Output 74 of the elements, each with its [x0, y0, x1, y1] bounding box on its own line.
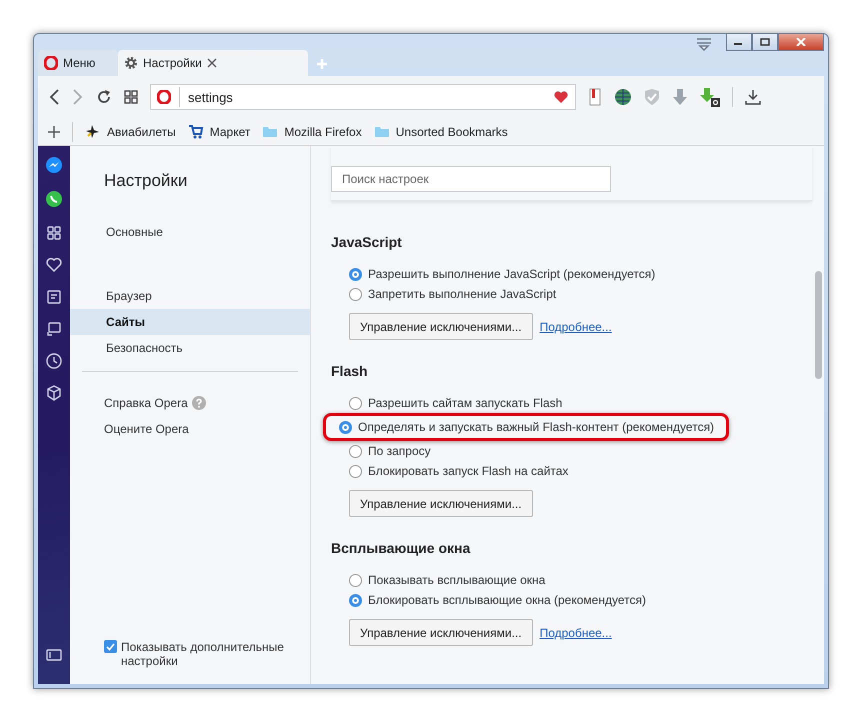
plus-icon[interactable]: [48, 126, 60, 138]
option-label: Блокировать всплывающие окна (рекомендуется): [368, 593, 646, 607]
bookmark[interactable]: Unsorted Bookmarks: [374, 124, 508, 139]
option-label: Запретить выполнение JavaScript: [368, 287, 556, 301]
section-title: JavaScript: [331, 234, 403, 250]
opera-logo-icon: [44, 56, 58, 70]
option-label: Блокировать запуск Flash на сайтах: [368, 464, 568, 478]
radio-button[interactable]: [349, 288, 362, 300]
close-icon: [796, 38, 806, 46]
reload-icon[interactable]: [96, 89, 112, 105]
sidebar-toggle-icon[interactable]: [45, 648, 63, 662]
plane-icon: [85, 124, 101, 139]
close-button[interactable]: [778, 33, 824, 51]
option-label: Определять и запускать важный Flash-контент (рекомендуется): [358, 420, 714, 434]
nav-item[interactable]: Безопасность: [70, 335, 310, 361]
cube-icon[interactable]: [45, 384, 63, 402]
bookmark[interactable]: Авиабилеты: [85, 124, 176, 139]
messenger-icon[interactable]: [45, 156, 63, 174]
nav-item[interactable]: Основные: [70, 219, 310, 245]
maximize-icon: [760, 38, 770, 46]
option-label: По запросу: [368, 444, 431, 458]
search-field[interactable]: Поиск настроек: [331, 166, 611, 192]
radio-button[interactable]: [349, 464, 362, 478]
download-icon[interactable]: [745, 89, 761, 105]
radio-button[interactable]: [349, 594, 362, 606]
exceptions-button[interactable]: Управление исключениями...: [349, 490, 533, 517]
checkbox-label: Показывать дополнительные настройки: [121, 640, 285, 668]
cart-icon: [188, 124, 204, 139]
grid-icon[interactable]: [124, 90, 138, 104]
nav-item[interactable]: Браузер: [70, 283, 310, 309]
scrollbar-thumb[interactable]: [814, 271, 822, 379]
minimize-button[interactable]: [726, 33, 752, 51]
radio-button[interactable]: [349, 268, 362, 280]
nav-item[interactable]: Сайты: [70, 309, 310, 335]
gear-icon: [124, 56, 138, 70]
folder-icon: [374, 124, 390, 139]
maximize-button[interactable]: [752, 33, 778, 51]
close-icon[interactable]: [206, 58, 217, 68]
clock-icon[interactable]: [45, 352, 63, 370]
option-label: Разрешить выполнение JavaScript (рекомендуется): [368, 267, 656, 281]
more-link[interactable]: Подробнее...: [540, 626, 612, 640]
globe-icon[interactable]: [614, 88, 632, 106]
exceptions-button[interactable]: Управление исключениями...: [349, 619, 533, 646]
radio-button[interactable]: [339, 420, 352, 434]
chat-bubble-icon[interactable]: [45, 190, 63, 208]
heart-icon[interactable]: [553, 90, 569, 104]
book-icon[interactable]: [588, 88, 602, 106]
folder-icon: [262, 124, 278, 139]
radio-button[interactable]: [349, 444, 362, 458]
nav-link[interactable]: Справка Opera: [104, 396, 188, 410]
browser-tab[interactable]: Настройки: [118, 50, 308, 76]
more-link[interactable]: Подробнее...: [540, 320, 612, 334]
section-title: Flash: [331, 363, 369, 379]
bookmark[interactable]: Маркет: [188, 124, 250, 139]
nav-link[interactable]: Оцените Opera: [104, 422, 189, 436]
option-label: Разрешить сайтам запускать Flash: [368, 396, 562, 410]
option-label: Показывать всплывающие окна: [368, 573, 546, 587]
back-icon[interactable]: [48, 89, 60, 105]
heart-icon[interactable]: [45, 256, 63, 274]
opera-logo-icon: [157, 90, 171, 104]
grid-icon[interactable]: [45, 224, 63, 242]
monitor-icon[interactable]: [45, 320, 63, 338]
address-bar[interactable]: settings: [150, 84, 576, 110]
download-arrow-icon[interactable]: [700, 87, 720, 107]
bookmark[interactable]: Mozilla Firefox: [262, 124, 362, 139]
radio-button[interactable]: [349, 396, 362, 410]
browser-tab[interactable]: Меню: [38, 50, 118, 76]
stash-icon[interactable]: [696, 37, 712, 51]
radio-button[interactable]: [349, 574, 362, 586]
news-icon[interactable]: [45, 288, 63, 306]
checkbox[interactable]: [104, 640, 117, 653]
exceptions-button[interactable]: Управление исключениями...: [349, 313, 533, 340]
section-title: Всплывающие окна: [331, 540, 472, 556]
page-title: Настройки: [103, 171, 188, 191]
